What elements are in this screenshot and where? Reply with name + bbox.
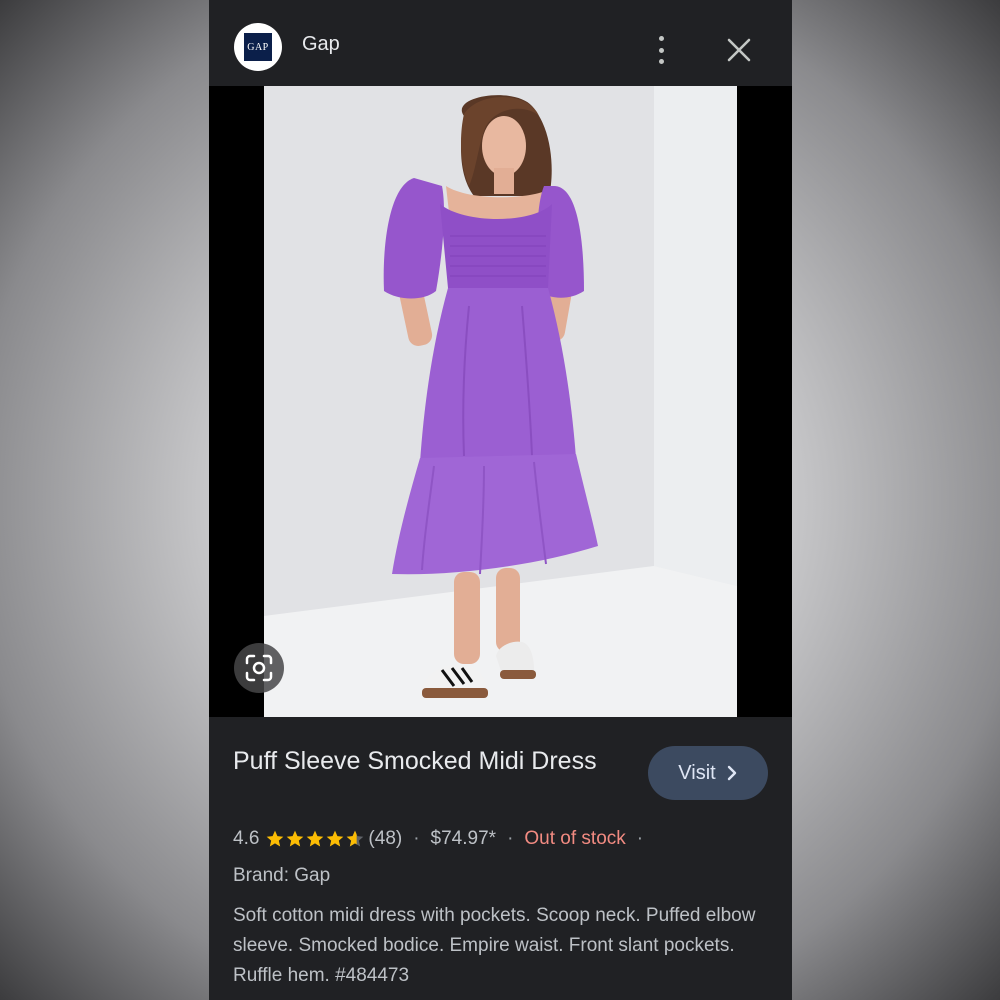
star-icon xyxy=(267,830,284,847)
lens-search-button[interactable] xyxy=(234,643,284,693)
lens-search-icon xyxy=(245,654,273,682)
separator-dot: · xyxy=(413,828,420,849)
product-info: Puff Sleeve Smocked Midi Dress Visit 4.6 xyxy=(209,717,792,1000)
review-count[interactable]: (48) xyxy=(368,828,402,850)
separator-dot: · xyxy=(507,828,514,849)
product-illustration xyxy=(264,86,737,717)
separator-dot: · xyxy=(636,828,644,849)
brand-line: Brand: Gap xyxy=(233,865,331,886)
logo-text: GAP xyxy=(247,41,269,53)
logo-mark: GAP xyxy=(244,33,272,61)
star-icon xyxy=(307,830,324,847)
more-vert-icon[interactable] xyxy=(649,36,673,64)
rating-stars xyxy=(265,829,365,849)
star-icon xyxy=(327,830,344,847)
close-icon[interactable] xyxy=(726,37,752,63)
star-half-icon xyxy=(347,830,364,847)
product-image-area xyxy=(209,86,792,717)
brand-name[interactable]: Gap xyxy=(302,33,340,56)
stock-status: Out of stock xyxy=(524,828,626,849)
product-photo[interactable] xyxy=(264,86,737,717)
brand-logo[interactable]: GAP xyxy=(234,23,282,71)
product-panel: GAP Gap Puff Sleeve Smocked Midi Dress V… xyxy=(209,0,792,1000)
product-description: Soft cotton midi dress with pockets. Sco… xyxy=(233,905,756,986)
visit-button[interactable]: Visit xyxy=(648,746,768,800)
visit-label: Visit xyxy=(678,761,716,784)
star-icon xyxy=(287,830,304,847)
product-meta-row: 4.6 (48) · $74.97* · Out of stock · xyxy=(233,828,654,850)
price: $74.97* xyxy=(430,828,497,849)
top-bar: GAP Gap xyxy=(209,0,792,86)
product-title[interactable]: Puff Sleeve Smocked Midi Dress xyxy=(233,743,613,779)
chevron-right-icon xyxy=(727,765,736,781)
rating-value: 4.6 xyxy=(233,828,260,849)
